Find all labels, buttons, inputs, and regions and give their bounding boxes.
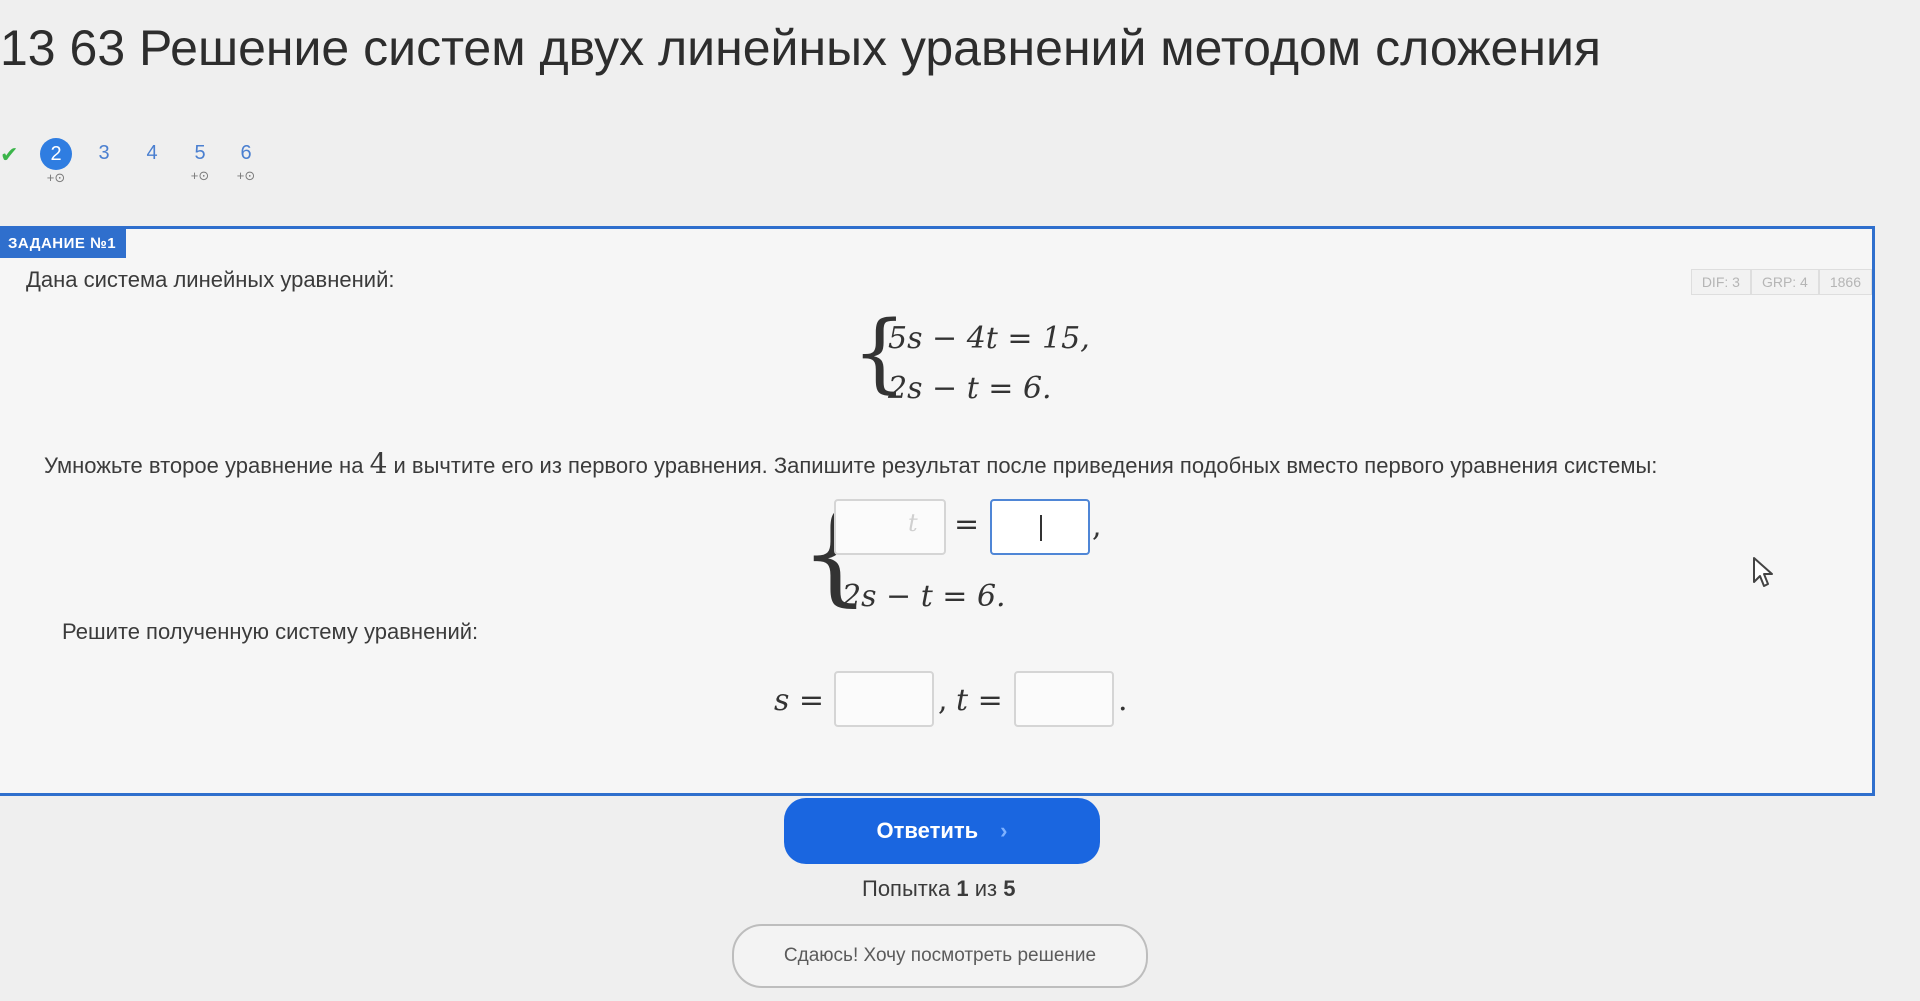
group-badge: GRP: 4 — [1750, 269, 1819, 295]
step-number: 3 — [98, 142, 110, 164]
step-3[interactable]: 3 — [84, 138, 124, 168]
input-hint: t — [908, 509, 918, 537]
s-answer-input[interactable] — [834, 671, 934, 727]
multiplier-number: 4 — [369, 447, 388, 480]
mouse-pointer-icon — [1753, 557, 1773, 587]
right-side-input[interactable] — [990, 499, 1090, 555]
task-id-badge: 1866 — [1818, 269, 1872, 295]
solution-row: s = , t = . — [774, 671, 1134, 741]
step-4[interactable]: 4 — [132, 138, 172, 168]
give-up-button[interactable]: Сдаюсь! Хочу посмотреть решение — [732, 924, 1148, 988]
instruction-part2: и вычтите его из первого уравнения. Запи… — [393, 453, 1658, 478]
attempt-current: 1 — [956, 876, 969, 901]
bonus-icon: +⊙ — [190, 168, 210, 183]
t-label: t = — [956, 683, 1003, 718]
step-number: 2 — [40, 138, 72, 170]
step-number: 4 — [146, 142, 158, 164]
given-system: { 5s − 4t = 15, 2s − t = 6. — [852, 303, 1090, 421]
difficulty-badge: DIF: 3 — [1690, 269, 1751, 295]
step-number: 5 — [194, 142, 206, 164]
equation-1: 5s − 4t = 15, — [888, 321, 1090, 356]
period: . — [1118, 683, 1128, 718]
comma: , — [1092, 509, 1102, 544]
separator: , — [938, 683, 948, 718]
task-intro: Дана система линейных уравнений: — [26, 267, 395, 292]
step-2[interactable]: 2 +⊙ — [36, 138, 76, 186]
task-meta: DIF: 3 GRP: 4 1866 — [1690, 269, 1872, 295]
page-title: 13 63 Решение систем двух линейных уравн… — [0, 20, 1601, 76]
solve-instruction: Решите полученную систему уравнений: — [62, 619, 479, 644]
step-number: 6 — [240, 142, 252, 164]
attempt-counter: Попытка 1 из 5 — [862, 876, 1015, 902]
step-5[interactable]: 5 +⊙ — [180, 138, 220, 184]
task-tag: ЗАДАНИЕ №1 — [0, 229, 127, 258]
bonus-icon: +⊙ — [46, 170, 66, 185]
answer-button[interactable]: Ответить › — [784, 798, 1100, 864]
page: 13 63 Решение систем двух линейных уравн… — [0, 0, 1920, 1001]
attempt-total: 5 — [1003, 876, 1016, 901]
instruction-part1: Умножьте второе уравнение на — [44, 453, 364, 478]
attempt-prefix: Попытка — [862, 876, 951, 901]
check-icon: ✔ — [0, 142, 19, 167]
step-6[interactable]: 6 +⊙ — [226, 138, 266, 184]
equation-2: 2s − t = 6. — [842, 579, 1006, 614]
t-answer-input[interactable] — [1014, 671, 1114, 727]
task-stepper: ✔ 2 +⊙ 3 4 5 +⊙ 6 +⊙ — [0, 138, 300, 208]
equation-2: 2s − t = 6. — [888, 371, 1052, 406]
chevron-right-icon: › — [1000, 818, 1008, 843]
task-card: ЗАДАНИЕ №1 DIF: 3 GRP: 4 1866 Дана систе… — [0, 226, 1875, 796]
s-label: s = — [774, 683, 825, 718]
give-up-label: Сдаюсь! Хочу посмотреть решение — [783, 945, 1097, 966]
text-caret — [1040, 515, 1042, 541]
attempt-middle: из — [974, 876, 998, 901]
bonus-icon: +⊙ — [236, 168, 256, 183]
left-side-input[interactable]: t — [834, 499, 946, 555]
instruction-text: Умножьте второе уравнение на 4 и вычтите… — [44, 447, 1657, 480]
equals-sign: = — [954, 507, 980, 542]
answer-button-label: Ответить — [876, 818, 979, 843]
result-system: { t = , 2s − t = 6. — [800, 489, 1120, 639]
